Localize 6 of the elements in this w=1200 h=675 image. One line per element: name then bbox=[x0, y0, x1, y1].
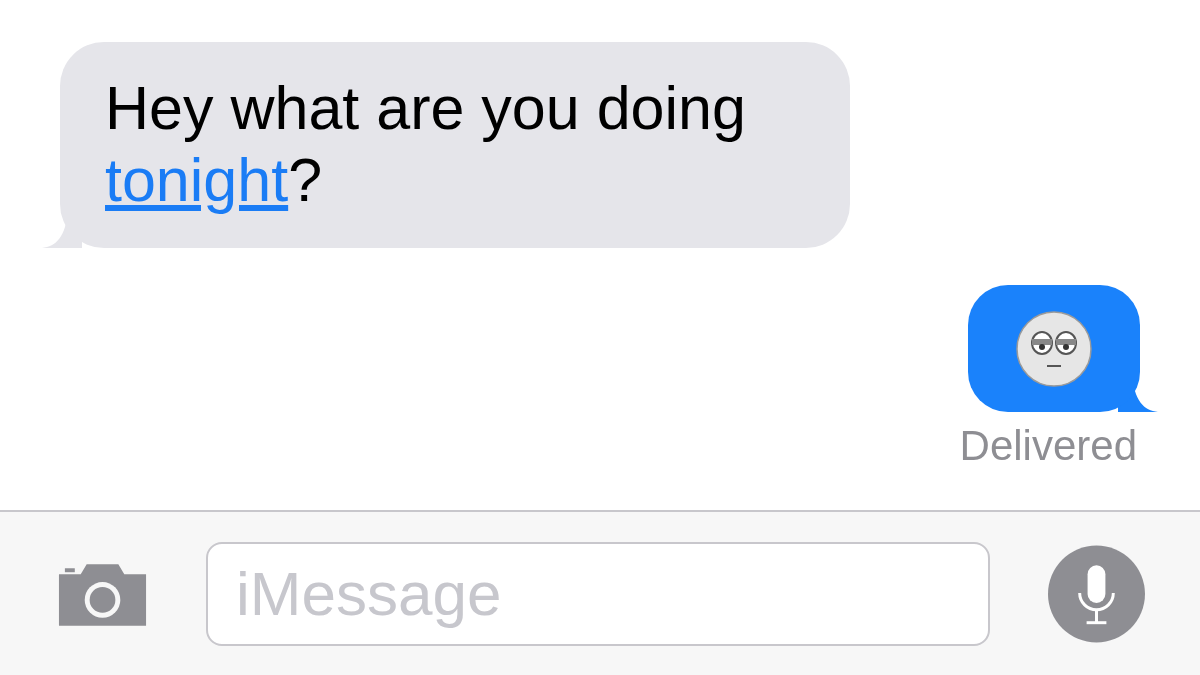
emoji-icon bbox=[1016, 310, 1092, 387]
delivery-status: Delivered bbox=[959, 422, 1137, 470]
message-field[interactable]: iMessage bbox=[206, 541, 990, 646]
message-text: Hey what are you doing tonight? bbox=[105, 73, 747, 216]
link[interactable]: tonight bbox=[105, 146, 289, 214]
microphone-icon[interactable] bbox=[1048, 544, 1145, 643]
